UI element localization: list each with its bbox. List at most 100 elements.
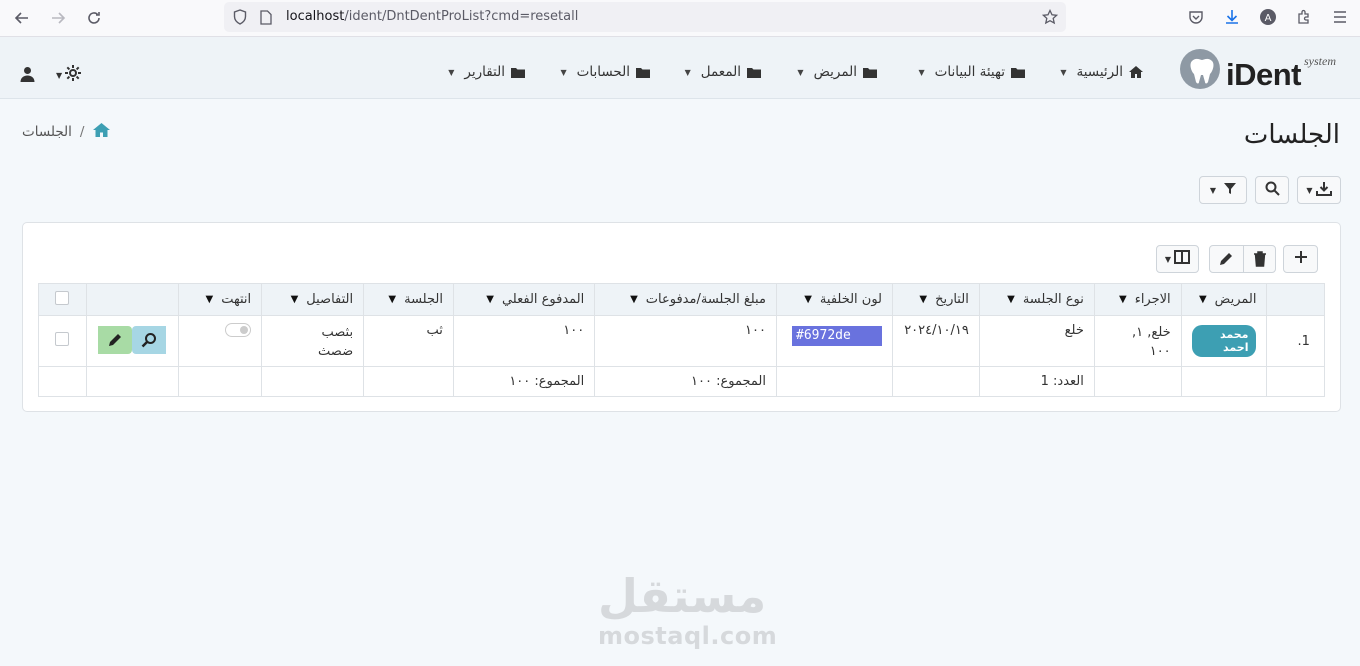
foot-paid-total: المجموع: ١٠٠	[452, 366, 596, 397]
caret-down-icon: ▼	[1306, 185, 1313, 195]
menu-reports-label: التقارير	[464, 64, 505, 80]
foot-procedure	[1093, 366, 1182, 397]
url-text: localhost/ident/DntDentProList?cmd=reset…	[286, 9, 578, 24]
filter-icon[interactable]: ▼	[1199, 294, 1207, 305]
url-bar[interactable]: localhost/ident/DntDentProList?cmd=reset…	[224, 2, 1066, 32]
filter-icon[interactable]: ▼	[206, 294, 214, 305]
extensions-icon[interactable]	[1293, 6, 1315, 28]
export-dropdown-button[interactable]: ▼	[1297, 176, 1341, 204]
col-paid-label: المدفوع الفعلي	[501, 292, 585, 307]
logo-sup: system	[1304, 54, 1336, 68]
foot-amount-total: المجموع: ١٠٠	[594, 366, 777, 397]
caret-down-icon: ▼	[448, 67, 455, 77]
col-bg-color[interactable]: لون الخلفية ▼	[775, 283, 894, 316]
col-session[interactable]: الجلسة ▼	[363, 283, 454, 316]
menu-icon[interactable]	[1329, 6, 1351, 28]
cell-patient: محمد احمد	[1180, 315, 1268, 367]
trash-icon[interactable]	[1253, 251, 1267, 271]
col-session-type[interactable]: نوع الجلسة ▼	[978, 283, 1095, 316]
back-icon[interactable]	[10, 6, 34, 30]
foot-select	[38, 366, 87, 397]
download-icon[interactable]	[1221, 6, 1243, 28]
foot-count: العدد: 1	[978, 366, 1095, 397]
reload-icon[interactable]	[82, 6, 106, 30]
browser-toolbar: localhost/ident/DntDentProList?cmd=reset…	[0, 0, 1360, 37]
caret-down-icon: ▼	[560, 67, 567, 77]
account-icon[interactable]: A	[1257, 6, 1279, 28]
caret-down-icon: ▼	[797, 67, 804, 77]
col-amount-label: مبلغ الجلسة/مدفوعات	[645, 292, 766, 307]
magnifier-icon	[142, 333, 157, 348]
svg-text:A: A	[1265, 13, 1272, 24]
filter-icon[interactable]: ▼	[1119, 294, 1127, 305]
filter-icon[interactable]: ▼	[919, 294, 927, 305]
filter-dropdown-button[interactable]: ▼	[1199, 176, 1247, 204]
row-view-button[interactable]	[132, 326, 167, 354]
row-index: 1.	[1266, 315, 1325, 367]
logo-tooth-icon	[1180, 49, 1220, 89]
col-details[interactable]: التفاصيل ▼	[261, 283, 365, 316]
filter-icon[interactable]: ▼	[1007, 294, 1015, 305]
page-title: الجلسات	[1243, 120, 1340, 150]
search-button[interactable]	[1255, 176, 1289, 204]
col-finished[interactable]: انتهت ▼	[178, 283, 263, 316]
cell-amount: ١٠٠	[594, 315, 777, 367]
columns-icon	[1174, 250, 1191, 268]
patient-badge[interactable]: محمد احمد	[1191, 325, 1257, 357]
row-edit-button[interactable]	[98, 326, 133, 354]
col-details-label: التفاصيل	[306, 292, 354, 307]
caret-down-icon: ▼	[918, 67, 925, 77]
menu-lab[interactable]: المعمل ▼	[685, 62, 762, 82]
menu-reports[interactable]: التقارير ▼	[448, 62, 526, 82]
col-date[interactable]: التاريخ ▼	[892, 283, 980, 316]
star-icon[interactable]	[1040, 7, 1060, 27]
select-all-checkbox[interactable]	[55, 290, 70, 305]
download-icon	[1315, 181, 1332, 200]
col-bg-color-label: لون الخلفية	[819, 292, 883, 307]
foot-patient	[1180, 366, 1268, 397]
forward-icon[interactable]	[46, 6, 70, 30]
menu-home-label: الرئيسية	[1076, 64, 1124, 80]
col-patient[interactable]: المريض ▼	[1180, 283, 1268, 316]
cell-details: بثصب ضصث	[261, 315, 365, 367]
columns-dropdown-button[interactable]: ▼	[1156, 245, 1199, 273]
filter-icon[interactable]: ▼	[486, 294, 494, 305]
plus-icon	[1294, 250, 1308, 268]
watermark-arabic: مستقل	[598, 569, 767, 623]
filter-icon[interactable]: ▼	[630, 294, 638, 305]
menu-accounts[interactable]: الحسابات ▼	[561, 62, 651, 82]
group-divider	[1243, 246, 1244, 272]
pencil-icon[interactable]	[1218, 251, 1234, 271]
watermark: مستقل mostaql.com	[598, 569, 777, 650]
row-checkbox[interactable]	[55, 332, 70, 346]
app-logo[interactable]: iDent system	[1178, 47, 1350, 92]
color-swatch: #6972de	[792, 326, 883, 346]
col-procedure-label: الاجراء	[1134, 292, 1171, 307]
menu-data-setup[interactable]: تهيئة البيانات ▼	[918, 62, 1026, 82]
url-path: /ident/DntDentProList?cmd=resetall	[344, 9, 579, 24]
add-button[interactable]	[1283, 245, 1318, 273]
shield-icon[interactable]	[230, 7, 250, 27]
finished-toggle[interactable]	[225, 323, 252, 337]
menu-accounts-label: الحسابات	[576, 64, 630, 80]
foot-bg-color	[775, 366, 894, 397]
edit-delete-group	[1209, 245, 1276, 273]
settings-dropdown[interactable]: ▼	[56, 64, 82, 86]
menu-home[interactable]: الرئيسية ▼	[1060, 62, 1144, 82]
table-row[interactable]: 1. محمد احمد خلع, ١, ١٠٠ خلع ٢٠٢٤/١٠/١٩ …	[38, 315, 1325, 367]
filter-icon[interactable]: ▼	[804, 294, 812, 305]
col-procedure[interactable]: الاجراء ▼	[1093, 283, 1182, 316]
col-amount[interactable]: مبلغ الجلسة/مدفوعات ▼	[594, 283, 777, 316]
menu-patient[interactable]: المريض ▼	[797, 62, 878, 82]
home-icon	[1128, 65, 1144, 79]
col-date-label: التاريخ	[935, 292, 969, 307]
breadcrumb: الجلسات /	[22, 122, 111, 142]
folder-icon	[635, 66, 651, 79]
sessions-table: المريض ▼ الاجراء ▼ نوع الجلسة ▼ التاريخ ▼ لو…	[38, 283, 1325, 397]
breadcrumb-home-icon[interactable]	[92, 122, 111, 142]
filter-icon[interactable]: ▼	[291, 294, 299, 305]
user-icon[interactable]	[20, 66, 35, 82]
pocket-icon[interactable]	[1185, 6, 1207, 28]
filter-icon[interactable]: ▼	[388, 294, 396, 305]
col-paid[interactable]: المدفوع الفعلي ▼	[452, 283, 596, 316]
